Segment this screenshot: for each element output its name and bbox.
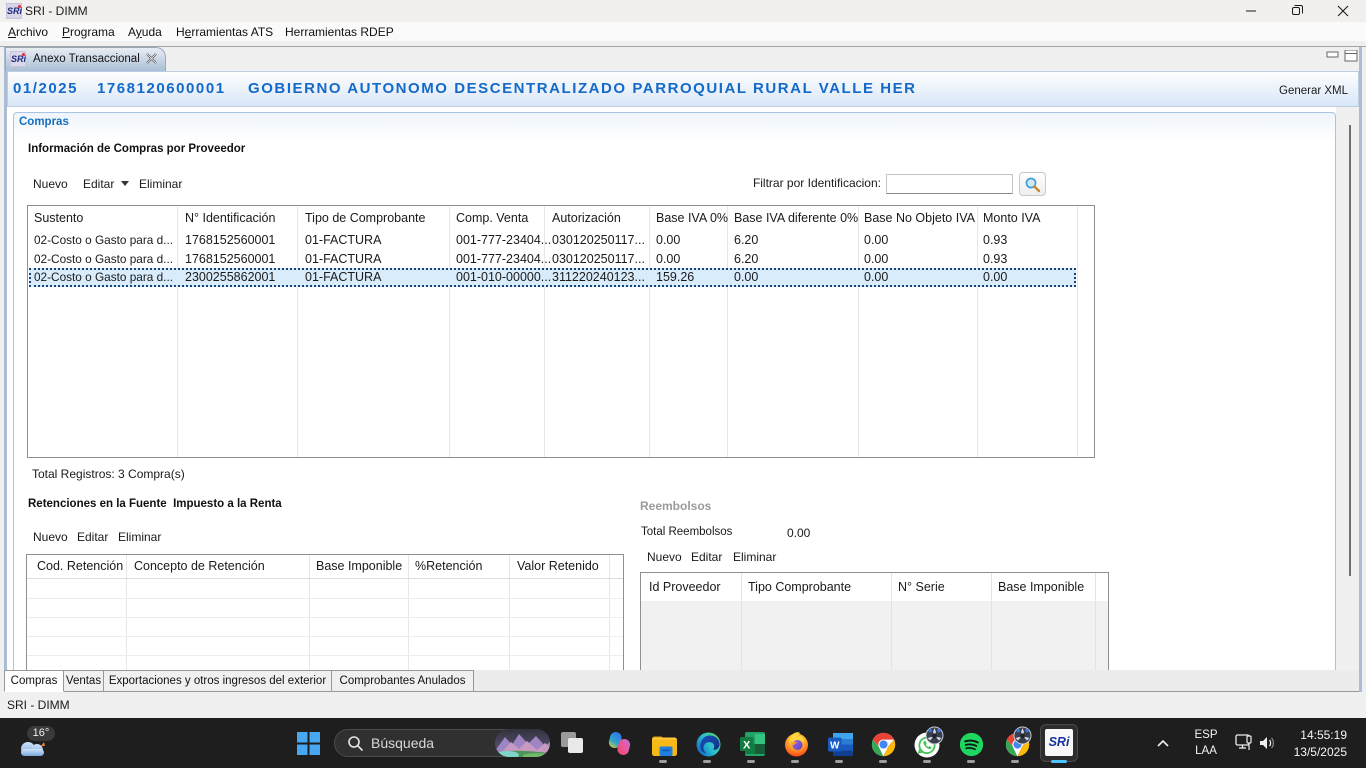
svg-text:W: W	[830, 741, 840, 752]
svg-text:X: X	[743, 740, 751, 752]
